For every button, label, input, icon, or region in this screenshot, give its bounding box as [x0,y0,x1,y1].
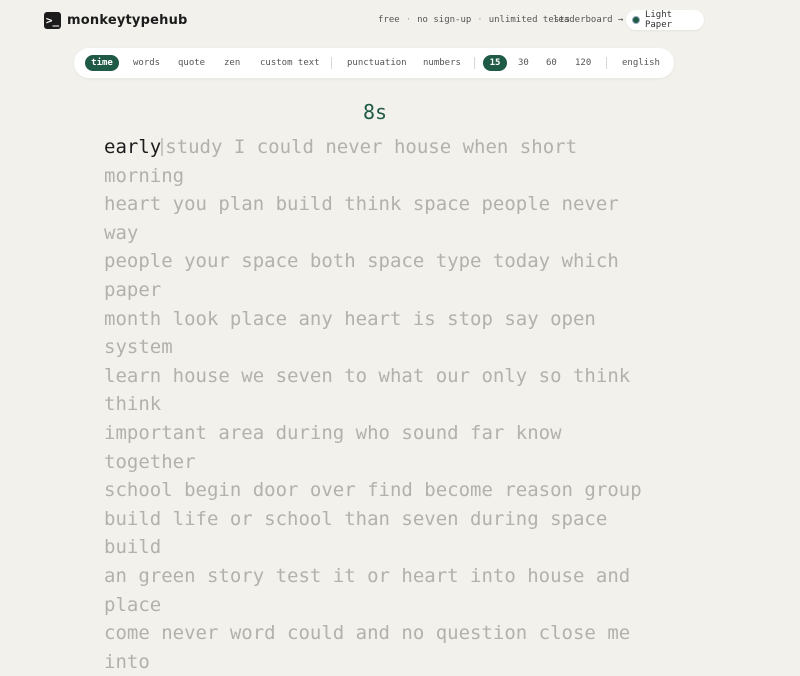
duration-60[interactable]: 60 [546,55,557,71]
word-line: come never word could and no question cl… [104,622,631,673]
mode-quote[interactable]: quote [178,55,205,71]
divider [606,57,607,69]
duration-15[interactable]: 15 [483,55,507,71]
word-line: month look place any heart is stop say o… [104,307,596,359]
test-config-bar: time words quote zen custom text punctua… [74,48,674,78]
mode-time[interactable]: time [85,55,119,71]
word-line: build life or school than seven during s… [104,507,608,559]
language-selector[interactable]: english [622,55,660,71]
theme-label: Light Paper [644,10,673,30]
mode-custom-text[interactable]: custom text [260,55,320,71]
caret [161,138,164,156]
word-line: people your space both space type today … [104,250,619,301]
timer-display: 8s [363,100,388,124]
toggle-numbers[interactable]: numbers [423,55,461,71]
toggle-punctuation[interactable]: punctuation [347,55,407,71]
word-line: important area during who sound far know… [104,421,562,473]
divider [331,57,332,69]
word-line: school begin door over find become reaso… [104,479,642,502]
terminal-icon: >_ [44,12,61,29]
tagline: free · no sign-up · unlimited tests [378,15,570,25]
tagline-separator: · [405,15,412,25]
current-word: early [104,136,162,158]
tagline-free: free [378,15,400,25]
brand-name: monkeytypehub [67,13,188,28]
tagline-separator: · [477,15,483,25]
theme-swatch-icon [632,16,640,24]
typing-area[interactable]: early study I could never house when shor… [104,133,664,676]
word-line: early study I could never house when shor… [104,133,664,190]
mode-words[interactable]: words [133,55,160,71]
word-line: learn house we seven to what our only so… [104,364,631,416]
duration-120[interactable]: 120 [575,55,591,71]
logo[interactable]: >_ monkeytypehub [44,12,188,29]
tagline-no-signup: no sign-up [417,15,472,25]
word-line: an green story test it or heart into hou… [104,564,631,616]
word-line: heart you plan build think space people … [104,193,619,244]
word-line-rest: study I could never house when short mor… [104,136,578,187]
leaderboard-link[interactable]: leaderboard → [553,15,623,25]
divider [474,57,475,69]
duration-30[interactable]: 30 [518,55,529,71]
theme-button[interactable]: Light Paper [626,10,704,30]
mode-zen[interactable]: zen [224,55,240,71]
